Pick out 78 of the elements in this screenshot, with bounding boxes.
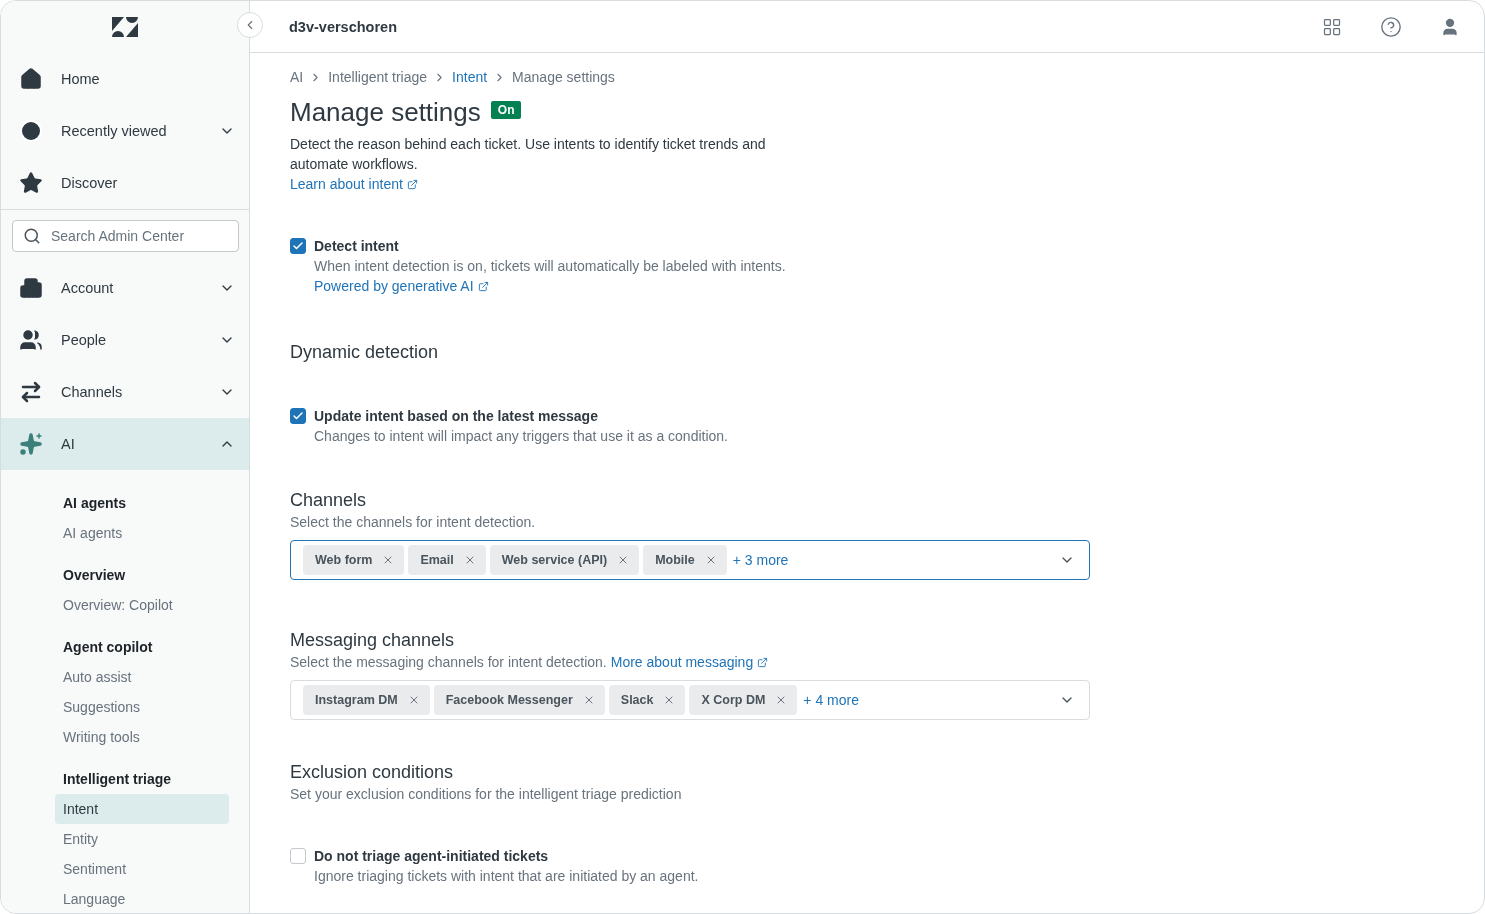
subnav-item[interactable]: AI agents xyxy=(55,518,229,548)
external-link-icon xyxy=(757,656,769,668)
external-link[interactable]: Learn about intent xyxy=(290,174,418,194)
subnav-item[interactable]: Language xyxy=(55,884,229,913)
checkbox-label: Do not triage agent-initiated tickets xyxy=(314,847,550,866)
section-hint: Select the channels for intent detection. xyxy=(290,513,536,532)
nav-icon xyxy=(19,276,43,300)
nav-icon xyxy=(19,171,43,195)
subnav-item[interactable]: Intent xyxy=(55,794,229,824)
breadcrumb-item: Manage settings xyxy=(512,69,615,85)
external-link-icon xyxy=(406,178,418,190)
help-icon[interactable] xyxy=(1380,15,1402,38)
subnav-item[interactable]: Auto assist xyxy=(55,662,229,692)
checkbox[interactable] xyxy=(290,848,306,864)
checkbox[interactable] xyxy=(290,238,306,254)
checkbox-hint: When intent detection is on, tickets will automatically be labeled with intents. xyxy=(314,257,786,276)
nav-group-heading: Agent copilot xyxy=(62,638,154,657)
external-link[interactable]: Powered by generative AI xyxy=(314,276,489,296)
page-description: Detect the reason behind each ticket. Use intents to identify ticket trends and automate workflows. xyxy=(290,135,767,174)
nav-group-heading: AI agents xyxy=(62,494,127,513)
subnav-item[interactable]: Suggestions xyxy=(55,692,229,722)
channel-tag: Web form xyxy=(303,545,405,575)
section-heading: Exclusion conditions xyxy=(290,761,455,784)
external-link-icon xyxy=(477,280,489,292)
subnav-item[interactable]: Sentiment xyxy=(55,854,229,884)
section-heading: Messaging channels xyxy=(290,629,456,652)
nav-icon xyxy=(19,432,43,456)
nav-group-heading: Overview xyxy=(62,566,127,585)
nav-item[interactable]: Account xyxy=(1,262,249,314)
nav-icon xyxy=(19,380,43,404)
check-icon xyxy=(292,410,304,422)
search-icon xyxy=(23,227,41,245)
search-field[interactable]: Search Admin Center xyxy=(12,220,239,252)
nav-group-heading: Intelligent triage xyxy=(62,770,173,789)
checkbox-label: Detect intent xyxy=(314,237,400,256)
channel-tag: Slack xyxy=(608,685,686,715)
check-icon xyxy=(292,240,304,252)
nav-item[interactable]: Channels xyxy=(1,366,249,418)
nav-icon xyxy=(19,119,43,143)
nav-item[interactable]: AI xyxy=(1,418,249,470)
external-link[interactable]: More about messaging xyxy=(610,652,769,672)
subnav-item[interactable]: Writing tools xyxy=(55,722,229,752)
user-icon[interactable] xyxy=(1440,16,1460,37)
apps-grid-icon[interactable] xyxy=(1322,16,1342,37)
section-hint: Select the messaging channels for intent detection. xyxy=(290,653,607,672)
subnav-item[interactable]: Entity xyxy=(55,824,229,854)
section-hint: Set your exclusion conditions for the intelligent triage prediction xyxy=(290,785,683,804)
channel-tag: Facebook Messenger xyxy=(433,685,605,715)
checkbox-hint: Changes to intent will impact any triggers that use it as a condition. xyxy=(314,427,728,446)
subnav-item[interactable]: Overview: Copilot xyxy=(55,590,229,620)
nav-icon xyxy=(19,67,43,91)
nav-item[interactable]: Discover xyxy=(1,157,249,209)
nav-item[interactable]: Recently viewed xyxy=(1,105,249,157)
more-link[interactable]: + 3 more xyxy=(732,552,1055,568)
channel-tag: X Corp DM xyxy=(689,685,798,715)
channel-tag: Instagram DM xyxy=(303,685,430,715)
multiselect-field[interactable]: Instagram DM Facebook Messenger Slack X Corp DM + 4 more xyxy=(290,680,1090,720)
channel-tag: Email xyxy=(408,545,486,575)
multiselect-field[interactable]: Web form Email Web service (API) Mobile + 3 more xyxy=(290,540,1090,580)
account-name: d3v-verschoren xyxy=(289,18,398,35)
search-input[interactable]: Search Admin Center xyxy=(49,227,228,245)
section-heading: Channels xyxy=(290,489,368,512)
page-title: Manage settings xyxy=(290,97,481,128)
more-link[interactable]: + 4 more xyxy=(803,692,1055,708)
channel-tag: Web service (API) xyxy=(489,545,640,575)
status-badge: On xyxy=(490,100,522,119)
channel-tag: Mobile xyxy=(643,545,727,575)
nav-item[interactable]: People xyxy=(1,314,249,366)
checkbox[interactable] xyxy=(290,408,306,424)
breadcrumb-item: AI xyxy=(290,69,304,85)
section-heading: Dynamic detection xyxy=(290,341,440,364)
breadcrumb-item: Intelligent triage xyxy=(328,69,428,85)
nav-item[interactable]: Home xyxy=(1,53,249,105)
breadcrumb-item[interactable]: Intent xyxy=(452,69,488,85)
checkbox-hint: Ignore triaging tickets with intent that are initiated by an agent. xyxy=(314,867,699,886)
nav-icon xyxy=(19,328,43,352)
checkbox-label: Update intent based on the latest message xyxy=(314,407,599,426)
logo-icon xyxy=(112,17,138,37)
